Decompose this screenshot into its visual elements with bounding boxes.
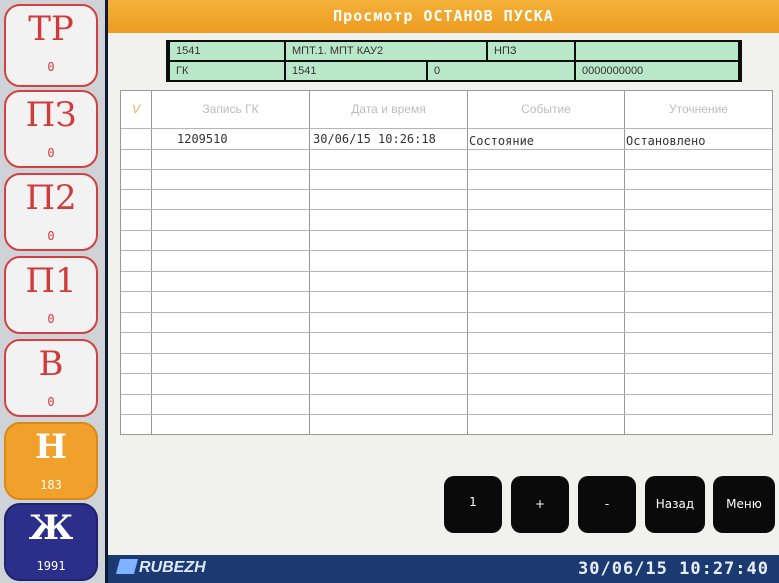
info-id: 1541 [170, 42, 284, 60]
main-panel: Просмотр ОСТАНОВ ПУСКА 1541 МПТ.1. МПТ К… [108, 0, 779, 555]
column-header-record[interactable]: Запись ГК [152, 91, 309, 128]
column-header-event[interactable]: Событие [468, 91, 624, 128]
back-button[interactable]: Назад [645, 476, 705, 533]
row-divider [121, 394, 772, 395]
column-divider [151, 91, 152, 435]
sidebar-item-label: П2 [25, 178, 77, 218]
sidebar-item-count: 0 [47, 395, 55, 409]
info-code: 0000000000 [576, 62, 738, 80]
sidebar-item-count: 1991 [36, 559, 66, 573]
sidebar-item-pz[interactable]: ПЗ 0 [4, 90, 98, 168]
cell-detail: Остановлено [626, 134, 706, 148]
row-divider [121, 332, 772, 333]
sidebar-item-n[interactable]: Н 183 [4, 422, 98, 500]
row-divider [121, 291, 772, 292]
page-title: Просмотр ОСТАНОВ ПУСКА [108, 0, 779, 33]
menu-button[interactable]: Меню [713, 476, 775, 533]
sidebar-item-v[interactable]: В 0 [4, 339, 98, 417]
column-divider [309, 91, 310, 435]
sidebar-item-label: П1 [25, 261, 77, 301]
column-divider [467, 91, 468, 435]
column-header-detail[interactable]: Уточнение [625, 91, 772, 128]
row-divider [121, 209, 772, 210]
minus-button[interactable]: - [578, 476, 636, 533]
status-bar: RUBEZH 30/06/15 10:27:40 [108, 555, 779, 583]
sidebar: ТР 0 ПЗ 0 П2 0 П1 0 В 0 Н 183 Ж 1991 [0, 0, 105, 583]
row-divider [121, 271, 772, 272]
info-zero: 0 [428, 62, 574, 80]
sidebar-item-p2[interactable]: П2 0 [4, 173, 98, 251]
row-divider [121, 189, 772, 190]
column-header-datetime[interactable]: Дата и время [310, 91, 467, 128]
sidebar-item-label: ПЗ [25, 95, 77, 135]
sidebar-item-tr[interactable]: ТР 0 [4, 4, 98, 87]
sidebar-item-count: 0 [47, 229, 55, 243]
sidebar-item-count: 0 [47, 146, 55, 160]
logo-icon [115, 559, 139, 574]
info-name: МПТ.1. МПТ КАУ2 [286, 42, 486, 60]
row-divider [121, 230, 772, 231]
device-info: 1541 МПТ.1. МПТ КАУ2 НПЗ ГК 1541 0 00000… [166, 40, 742, 82]
sidebar-item-label: В [38, 344, 64, 384]
info-type: НПЗ [488, 42, 574, 60]
column-header-check[interactable]: V [121, 91, 151, 128]
cell-datetime: 30/06/15 10:26:18 [313, 132, 436, 146]
cell-record: 1209510 [177, 132, 228, 146]
row-divider [121, 169, 772, 170]
row-divider [121, 353, 772, 354]
sidebar-item-zh[interactable]: Ж 1991 [4, 503, 98, 581]
sidebar-item-label: ТР [28, 9, 74, 49]
row-divider [121, 373, 772, 374]
sidebar-item-count: 0 [47, 312, 55, 326]
sidebar-item-p1[interactable]: П1 0 [4, 256, 98, 334]
cell-event: Состояние [469, 134, 535, 148]
sidebar-item-count: 0 [47, 60, 55, 74]
sidebar-item-label: Н [34, 427, 68, 467]
event-table: V Запись ГК Дата и время Событие Уточнен… [120, 90, 773, 435]
brand-logo: RUBEZH [115, 559, 206, 577]
brand-name: RUBEZH [139, 559, 206, 576]
row-divider [121, 414, 772, 415]
info-extra [576, 42, 738, 60]
current-datetime: 30/06/15 10:27:40 [578, 559, 769, 579]
plus-button[interactable]: + [511, 476, 569, 533]
row-divider [121, 250, 772, 251]
row-divider [121, 312, 772, 313]
column-divider [624, 91, 625, 435]
info-number: 1541 [286, 62, 426, 80]
page-one-button[interactable]: 1 [444, 476, 502, 533]
sidebar-item-count: 183 [40, 478, 62, 492]
sidebar-item-label: Ж [28, 508, 74, 548]
info-label: ГК [170, 62, 284, 80]
